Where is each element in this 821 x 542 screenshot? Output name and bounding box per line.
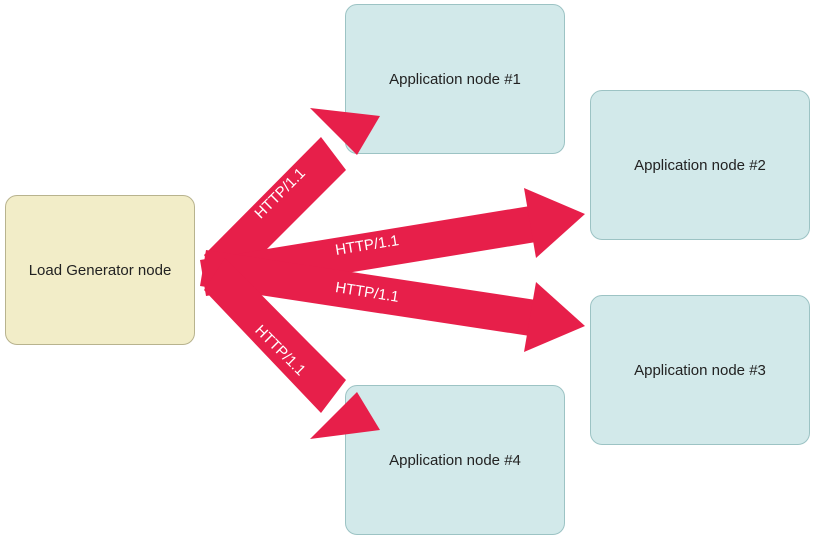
arrow-label-1: HTTP/1.1 <box>251 165 308 222</box>
app-node-2: Application node #2 <box>590 90 810 240</box>
app-node-1-label: Application node #1 <box>389 71 521 88</box>
arrow-label-4: HTTP/1.1 <box>251 322 308 379</box>
load-generator-label: Load Generator node <box>29 262 172 279</box>
load-generator-node: Load Generator node <box>5 195 195 345</box>
arrow-label-3: HTTP/1.1 <box>334 279 400 306</box>
app-node-3-label: Application node #3 <box>634 362 766 379</box>
arrow-label-2: HTTP/1.1 <box>334 232 400 259</box>
app-node-2-label: Application node #2 <box>634 157 766 174</box>
app-node-1: Application node #1 <box>345 4 565 154</box>
app-node-4-label: Application node #4 <box>389 452 521 469</box>
app-node-4: Application node #4 <box>345 385 565 535</box>
app-node-3: Application node #3 <box>590 295 810 445</box>
